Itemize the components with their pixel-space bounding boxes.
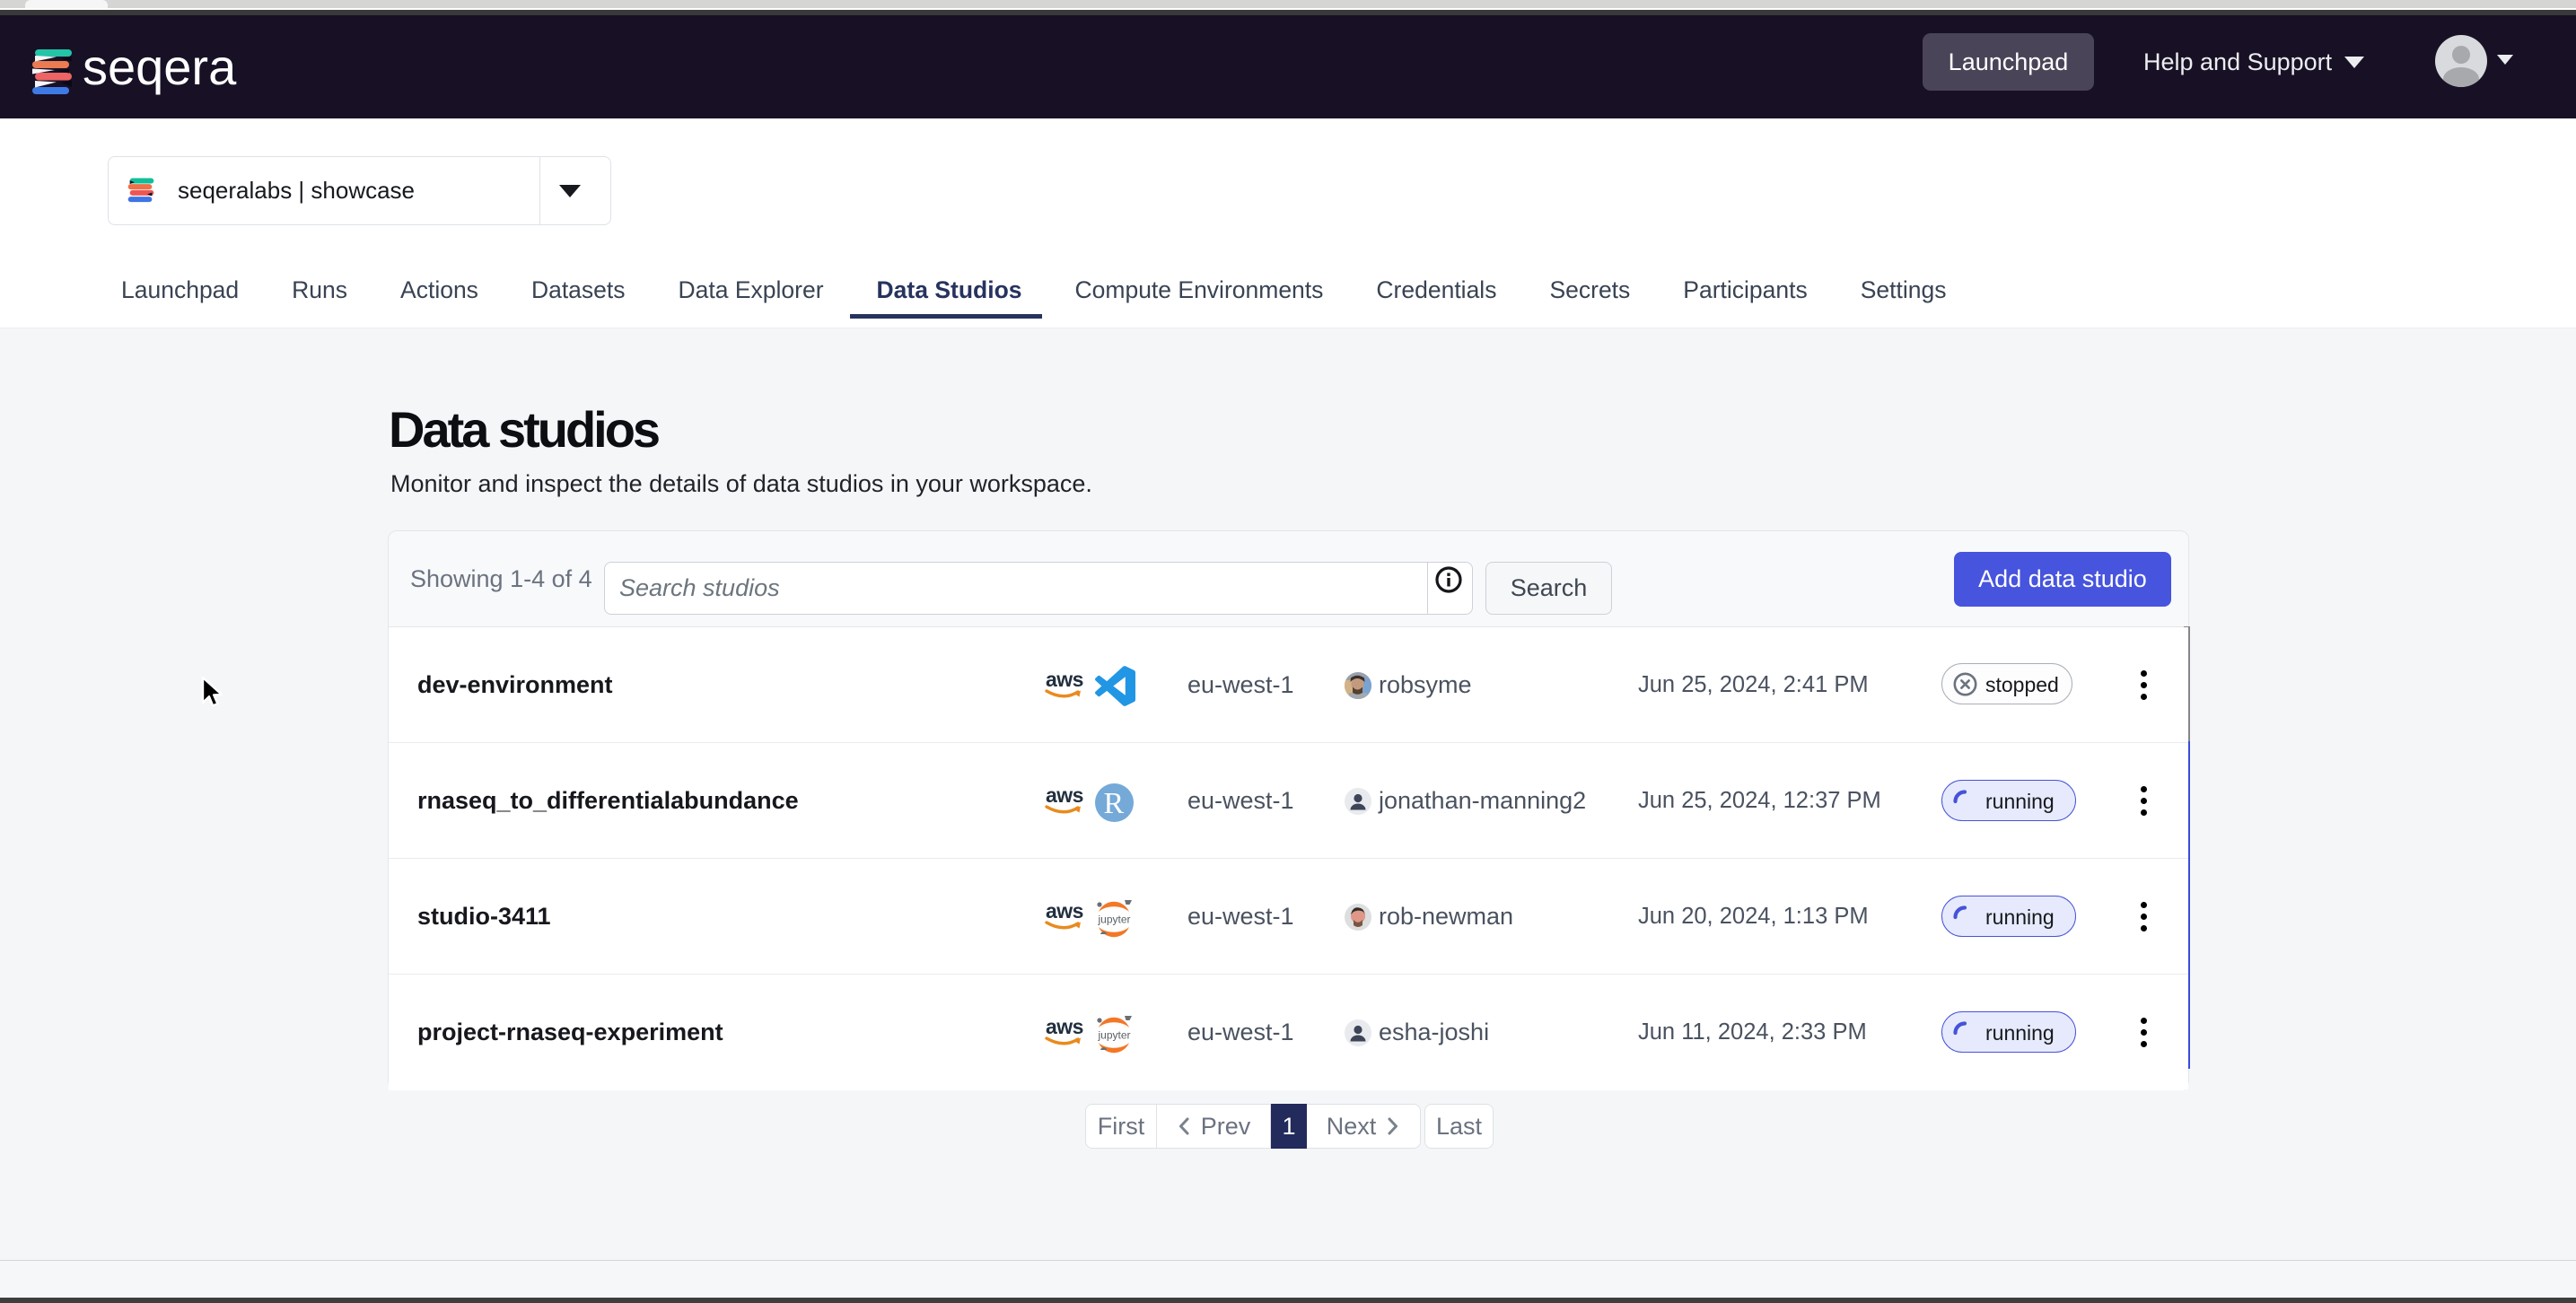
svg-text:aws: aws: [1046, 899, 1083, 923]
svg-text:R: R: [1104, 787, 1125, 820]
svg-text:aws: aws: [1046, 783, 1083, 807]
svg-text:jupyter: jupyter: [1098, 914, 1131, 926]
svg-text:aws: aws: [1046, 1015, 1083, 1038]
svg-text:jupyter: jupyter: [1098, 1029, 1131, 1042]
svg-text:aws: aws: [1046, 668, 1083, 691]
